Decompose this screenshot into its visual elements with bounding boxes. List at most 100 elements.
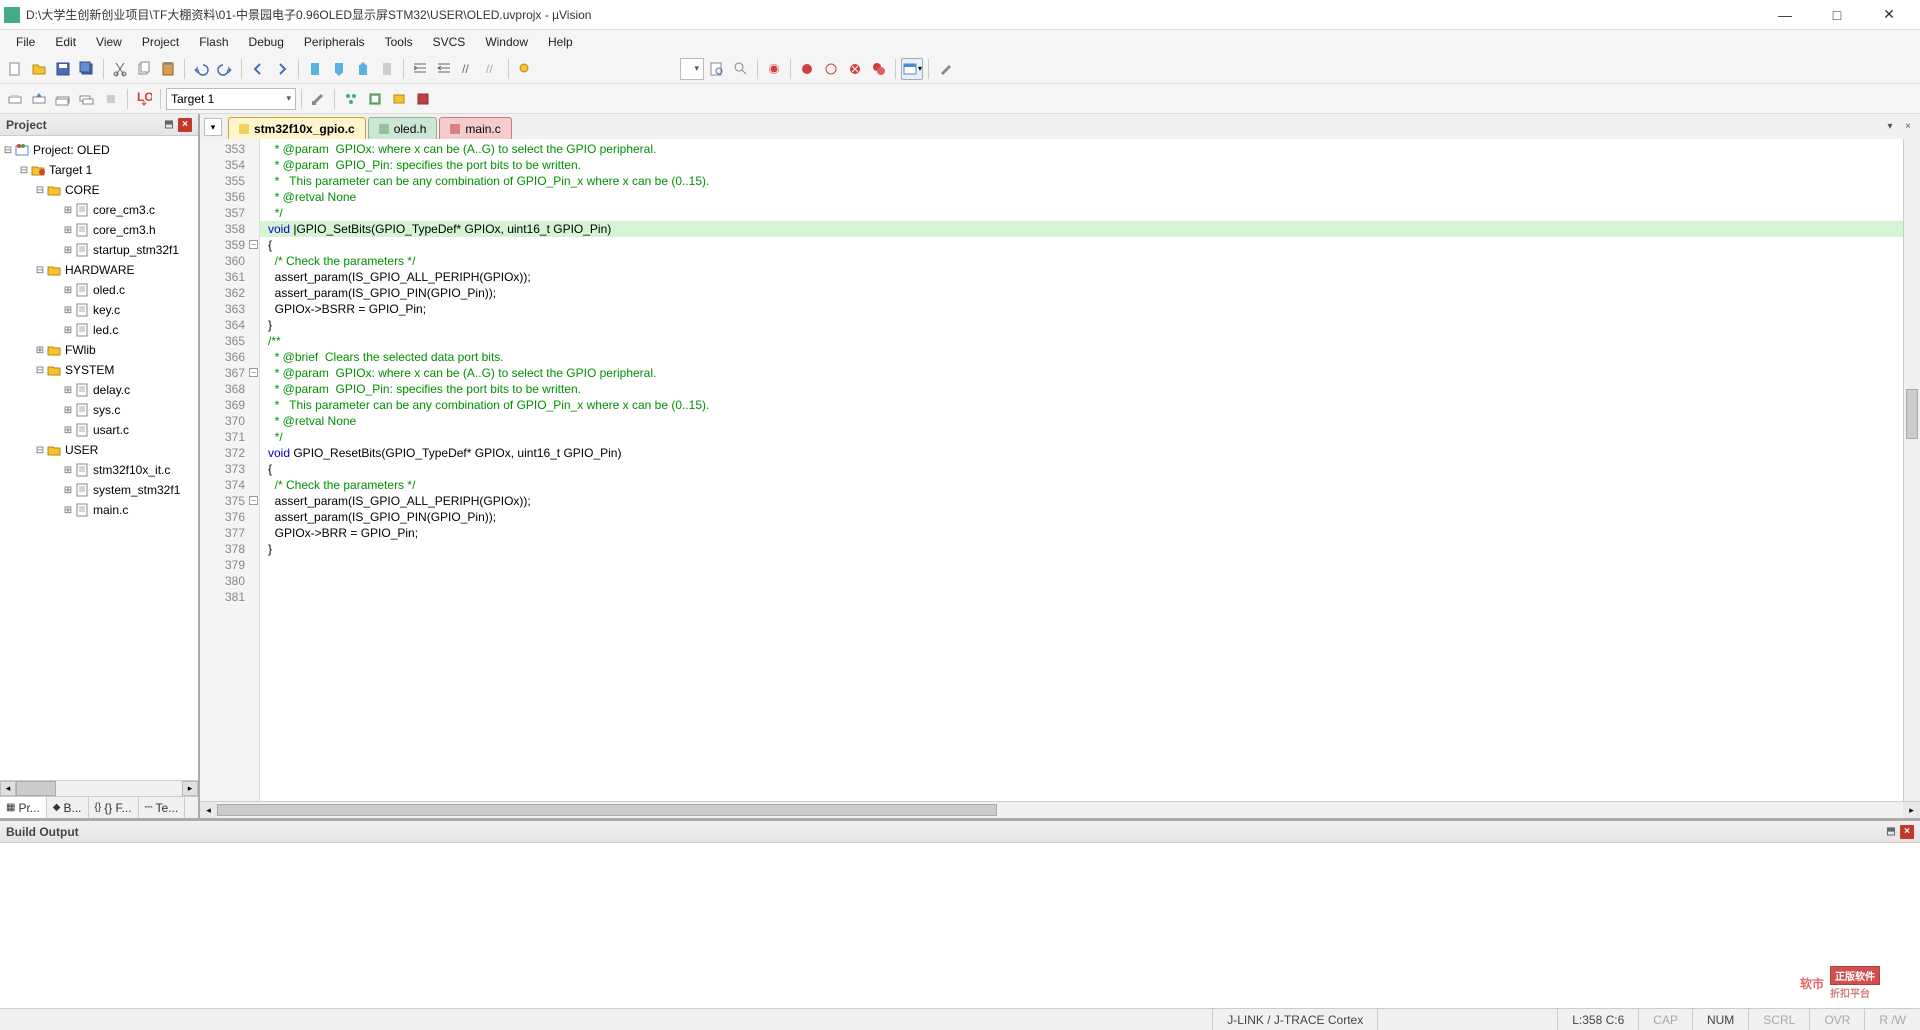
pin-icon[interactable]: ⬒ [162,118,176,132]
project-tree[interactable]: ⊟Project: OLED⊟Target 1⊟CORE⊞core_cm3.c⊞… [0,136,198,780]
editor-tab[interactable]: stm32f10x_gpio.c [228,117,366,139]
editor-hscrollbar[interactable]: ◂▸ [200,801,1920,818]
tree-hscrollbar[interactable]: ◂▸ [0,780,198,796]
tree-node[interactable]: ⊞delay.c [2,380,196,400]
menu-tools[interactable]: Tools [375,32,423,52]
panel-tab[interactable]: ▦Pr... [0,797,47,818]
menu-help[interactable]: Help [538,32,583,52]
build-icon[interactable] [28,88,50,110]
bookmark-clear-icon[interactable] [376,58,398,80]
uncomment-icon[interactable]: // [481,58,503,80]
menu-view[interactable]: View [86,32,132,52]
tree-node[interactable]: ⊞oled.c [2,280,196,300]
editor-vscrollbar[interactable] [1903,139,1920,801]
minimize-button[interactable]: — [1768,4,1802,26]
indent-icon[interactable] [409,58,431,80]
manage-rte-icon[interactable] [364,88,386,110]
paste-icon[interactable] [157,58,179,80]
pin-icon[interactable]: ⬒ [1884,825,1898,839]
tree-node[interactable]: ⊟HARDWARE [2,260,196,280]
new-file-icon[interactable] [4,58,26,80]
incremental-find-icon[interactable] [730,58,752,80]
menu-project[interactable]: Project [132,32,189,52]
code-editor[interactable]: 3533543553563573583593603613623633643653… [200,139,1920,801]
open-icon[interactable] [28,58,50,80]
save-icon[interactable] [52,58,74,80]
watermark: 软市 正版软件 折扣平台 [1800,966,1880,1000]
tree-node[interactable]: ⊞FWlib [2,340,196,360]
tree-node[interactable]: ⊟Project: OLED [2,140,196,160]
panel-close-icon[interactable]: × [1900,825,1914,839]
configure-icon[interactable] [934,58,956,80]
translate-icon[interactable] [4,88,26,110]
menu-svcs[interactable]: SVCS [423,32,476,52]
tree-node[interactable]: ⊟Target 1 [2,160,196,180]
menu-debug[interactable]: Debug [239,32,294,52]
bookmark-toggle-icon[interactable] [304,58,326,80]
find-combo[interactable]: ▾ [680,58,704,80]
tree-node[interactable]: ⊟CORE [2,180,196,200]
tree-node[interactable]: ⊞startup_stm32f1 [2,240,196,260]
maximize-button[interactable]: □ [1820,4,1854,26]
manage-multi-icon[interactable] [340,88,362,110]
save-all-icon[interactable] [76,58,98,80]
undo-icon[interactable] [190,58,212,80]
options-icon[interactable] [307,88,329,110]
tab-nav-icon[interactable]: ▾ [204,118,222,136]
copy-icon[interactable] [133,58,155,80]
tree-node[interactable]: ⊞sys.c [2,400,196,420]
target-combo[interactable]: Target 1▾ [166,88,296,110]
menu-file[interactable]: File [6,32,45,52]
breakpoint-kill-icon[interactable] [844,58,866,80]
panel-tab[interactable]: ⎓Te... [139,797,186,818]
rebuild-icon[interactable] [52,88,74,110]
bookmark-prev-icon[interactable] [328,58,350,80]
stop-build-icon[interactable] [100,88,122,110]
menu-peripherals[interactable]: Peripherals [294,32,375,52]
tree-node[interactable]: ⊞main.c [2,500,196,520]
breakpoint-disable-icon[interactable] [820,58,842,80]
watermark-sub: 折扣平台 [1830,985,1880,1000]
download-icon[interactable]: LOAD [133,88,155,110]
tree-node[interactable]: ⊞stm32f10x_it.c [2,460,196,480]
pack-installer-icon[interactable] [412,88,434,110]
cut-icon[interactable] [109,58,131,80]
tab-close-icon[interactable]: × [1900,118,1916,134]
find-icon[interactable] [514,58,536,80]
panel-bottom-tabs: ▦Pr...◆B...{}{} F...⎓Te... [0,796,198,818]
select-pack-icon[interactable] [388,88,410,110]
menu-window[interactable]: Window [475,32,538,52]
menu-edit[interactable]: Edit [45,32,86,52]
nav-forward-icon[interactable] [271,58,293,80]
batch-build-icon[interactable] [76,88,98,110]
outdent-icon[interactable] [433,58,455,80]
tree-node[interactable]: ⊞usart.c [2,420,196,440]
tree-node[interactable]: ⊞system_stm32f1 [2,480,196,500]
tree-node[interactable]: ⊞led.c [2,320,196,340]
close-button[interactable]: ✕ [1872,4,1906,26]
redo-icon[interactable] [214,58,236,80]
editor-tab[interactable]: oled.h [368,117,438,139]
panel-tab[interactable]: ◆B... [47,797,89,818]
status-cap: CAP [1638,1009,1692,1030]
breakpoint-insert-icon[interactable] [796,58,818,80]
window-list-icon[interactable]: ▾ [901,58,923,80]
breakpoint-killall-icon[interactable] [868,58,890,80]
debug-icon[interactable] [763,58,785,80]
tree-node[interactable]: ⊞key.c [2,300,196,320]
nav-back-icon[interactable] [247,58,269,80]
project-panel-title: Project [6,118,47,132]
tab-dropdown-icon[interactable]: ▾ [1882,118,1898,134]
panel-tab[interactable]: {}{} F... [89,797,139,818]
tree-node[interactable]: ⊞core_cm3.c [2,200,196,220]
menu-flash[interactable]: Flash [189,32,238,52]
panel-close-icon[interactable]: × [178,118,192,132]
tree-node[interactable]: ⊞core_cm3.h [2,220,196,240]
tree-node[interactable]: ⊟SYSTEM [2,360,196,380]
tree-node[interactable]: ⊟USER [2,440,196,460]
build-output-body[interactable]: 软市 正版软件 折扣平台 [0,843,1920,1008]
find-in-files-icon[interactable] [706,58,728,80]
editor-tab[interactable]: main.c [439,117,511,139]
bookmark-next-icon[interactable] [352,58,374,80]
comment-icon[interactable]: // [457,58,479,80]
